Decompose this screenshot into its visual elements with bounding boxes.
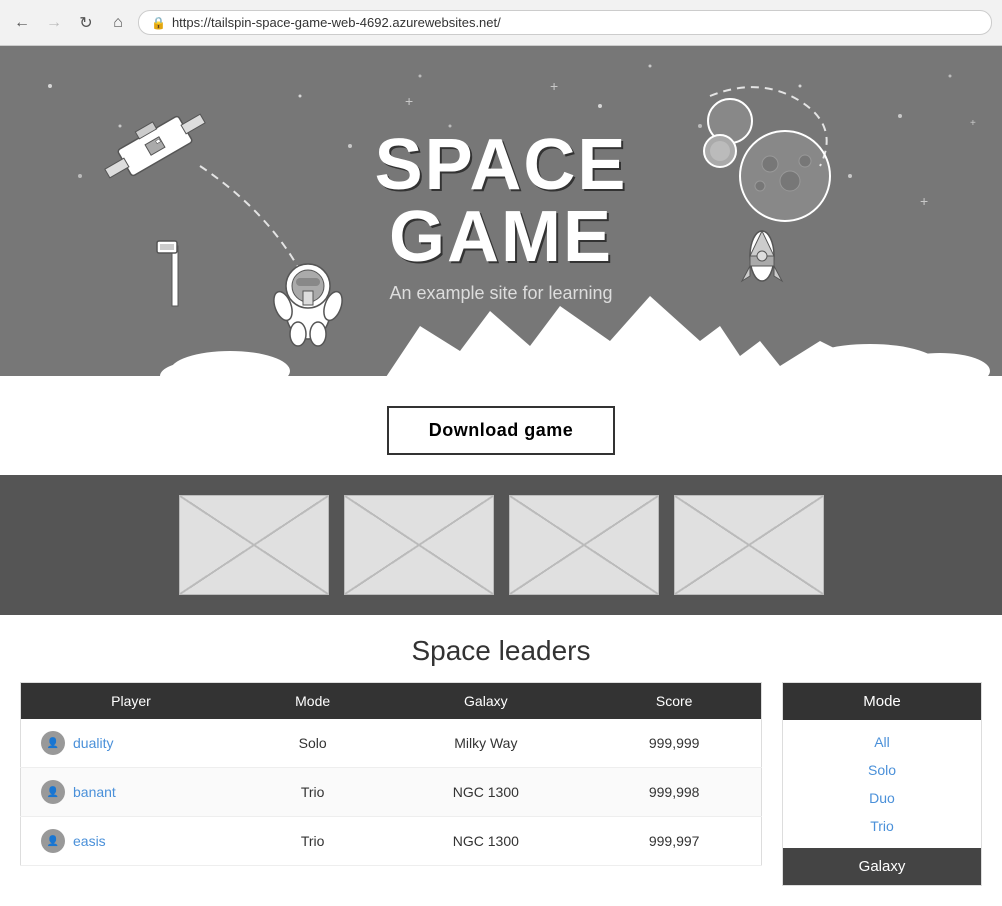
mode-filter-header: Mode bbox=[783, 683, 981, 720]
galaxy-cell: NGC 1300 bbox=[384, 768, 587, 817]
download-button[interactable]: Download game bbox=[387, 406, 616, 455]
svg-text:+: + bbox=[550, 78, 558, 94]
table-row: 👤 duality Solo Milky Way 999,999 bbox=[21, 719, 762, 768]
score-cell: 999,999 bbox=[587, 719, 761, 768]
score-cell: 999,997 bbox=[587, 817, 761, 866]
back-button[interactable]: ← bbox=[10, 11, 34, 35]
screenshot-4 bbox=[674, 495, 824, 595]
forward-button[interactable]: → bbox=[42, 11, 66, 35]
col-galaxy: Galaxy bbox=[384, 683, 587, 720]
screenshot-1 bbox=[179, 495, 329, 595]
leaders-section: Space leaders Player Mode Galaxy Score bbox=[0, 615, 1002, 906]
table-row: 👤 banant Trio NGC 1300 999,998 bbox=[21, 768, 762, 817]
player-cell: 👤 banant bbox=[21, 768, 241, 817]
filter-panel: Mode All Solo Duo Trio Galaxy bbox=[782, 682, 982, 886]
page-content: + + + + bbox=[0, 46, 1002, 906]
galaxy-cell: NGC 1300 bbox=[384, 817, 587, 866]
col-player: Player bbox=[21, 683, 241, 720]
download-section: Download game bbox=[0, 386, 1002, 475]
filter-option-duo[interactable]: Duo bbox=[783, 784, 981, 812]
hero-content: SPACE GAME An example site for learning bbox=[375, 129, 628, 304]
galaxy-cell: Milky Way bbox=[384, 719, 587, 768]
leaders-table: Player Mode Galaxy Score 👤 duality bbox=[20, 682, 762, 866]
mode-cell: Solo bbox=[241, 719, 384, 768]
avatar: 👤 bbox=[41, 829, 65, 853]
svg-text:+: + bbox=[405, 93, 413, 109]
filter-option-solo[interactable]: Solo bbox=[783, 756, 981, 784]
mode-cell: Trio bbox=[241, 817, 384, 866]
avatar: 👤 bbox=[41, 780, 65, 804]
hero-subtitle: An example site for learning bbox=[375, 283, 628, 304]
avatar: 👤 bbox=[41, 731, 65, 755]
leaders-title: Space leaders bbox=[20, 635, 982, 667]
filter-option-trio[interactable]: Trio bbox=[783, 812, 981, 840]
screenshots-section bbox=[0, 475, 1002, 615]
refresh-button[interactable]: ↻ bbox=[74, 11, 98, 35]
screenshot-2 bbox=[344, 495, 494, 595]
lock-icon: 🔒 bbox=[151, 16, 166, 30]
svg-text:+: + bbox=[970, 118, 976, 129]
col-mode: Mode bbox=[241, 683, 384, 720]
filter-option-all[interactable]: All bbox=[783, 728, 981, 756]
score-cell: 999,998 bbox=[587, 768, 761, 817]
mode-cell: Trio bbox=[241, 768, 384, 817]
table-header-row: Player Mode Galaxy Score bbox=[21, 683, 762, 720]
col-score: Score bbox=[587, 683, 761, 720]
table-row: 👤 easis Trio NGC 1300 999,997 bbox=[21, 817, 762, 866]
home-button[interactable]: ⌂ bbox=[106, 11, 130, 35]
address-bar[interactable]: 🔒 https://tailspin-space-game-web-4692.a… bbox=[138, 10, 992, 35]
leaders-layout: Player Mode Galaxy Score 👤 duality bbox=[20, 682, 982, 886]
galaxy-filter-header: Galaxy bbox=[783, 848, 981, 885]
player-link[interactable]: banant bbox=[73, 784, 116, 800]
mode-filter-options: All Solo Duo Trio bbox=[783, 720, 981, 848]
player-cell: 👤 duality bbox=[21, 719, 241, 768]
browser-toolbar: ← → ↻ ⌂ 🔒 https://tailspin-space-game-we… bbox=[0, 0, 1002, 46]
svg-text:+: + bbox=[920, 193, 928, 209]
player-link[interactable]: easis bbox=[73, 833, 106, 849]
hero-section: + + + + bbox=[0, 46, 1002, 386]
hero-title: SPACE GAME bbox=[375, 129, 628, 273]
screenshot-3 bbox=[509, 495, 659, 595]
player-link[interactable]: duality bbox=[73, 735, 113, 751]
player-cell: 👤 easis bbox=[21, 817, 241, 866]
url-text: https://tailspin-space-game-web-4692.azu… bbox=[172, 15, 501, 30]
